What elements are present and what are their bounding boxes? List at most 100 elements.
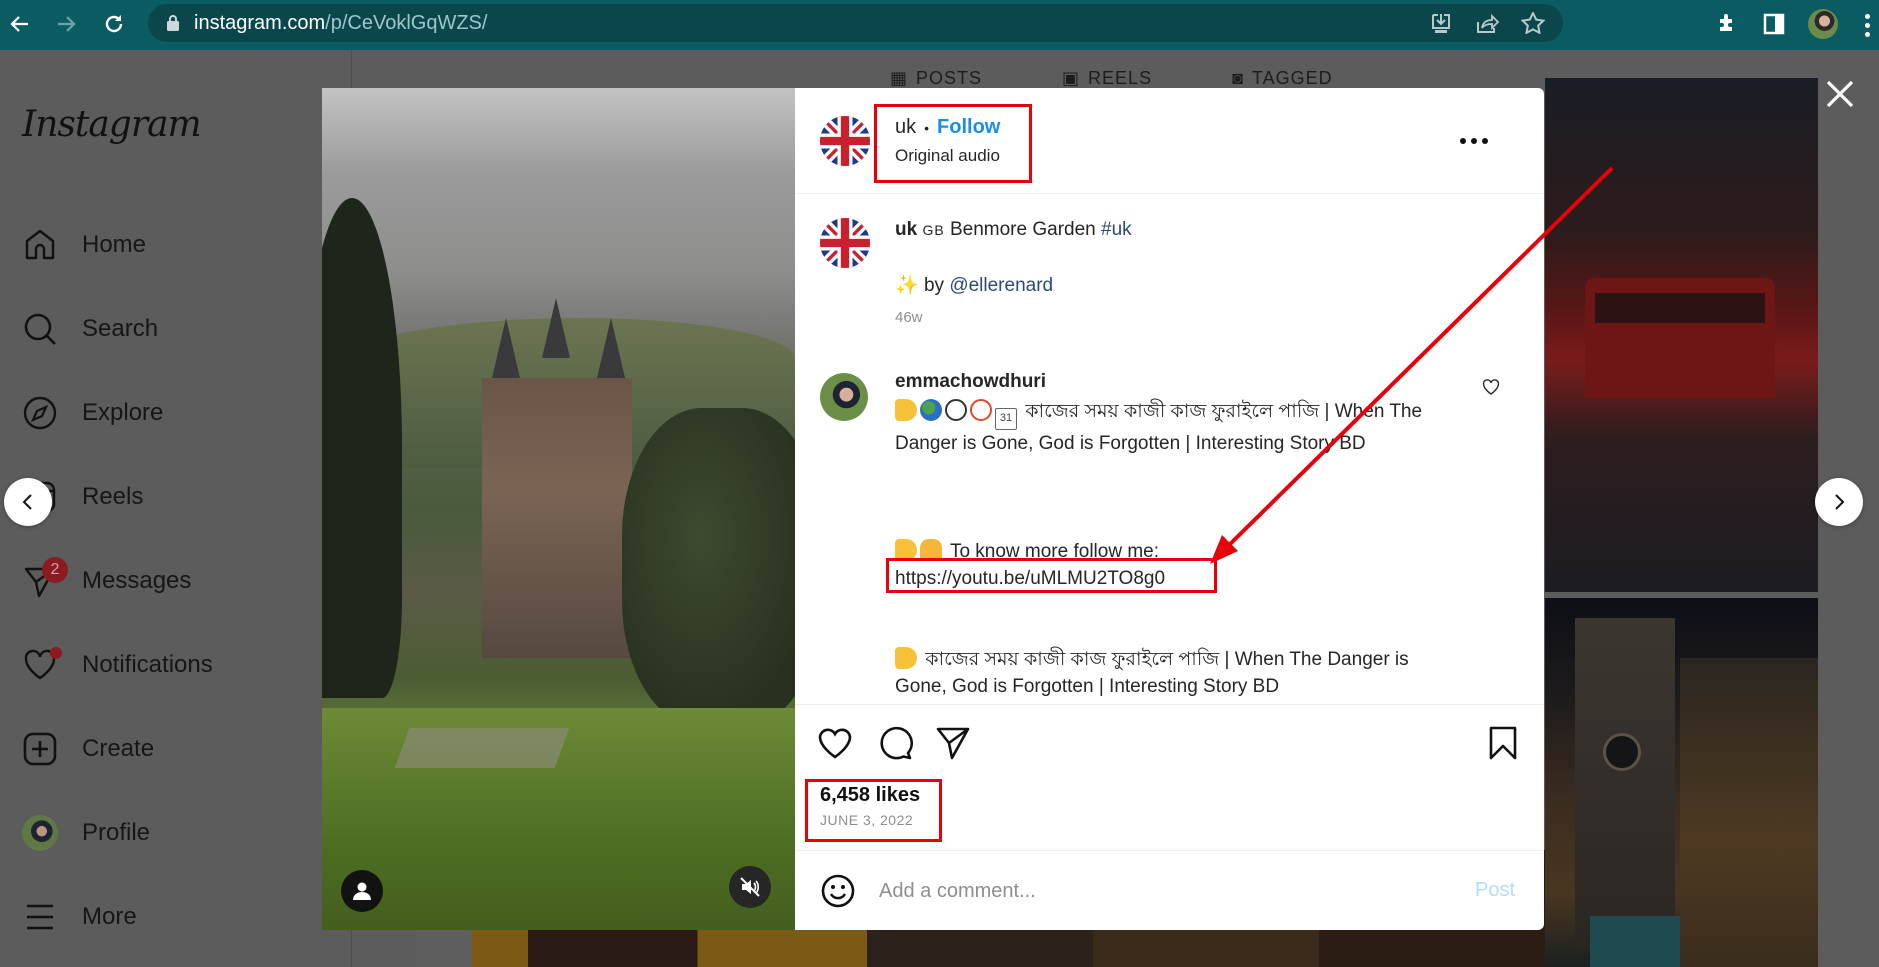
reload-icon xyxy=(105,15,123,33)
tab-tagged[interactable]: ◙ TAGGED xyxy=(1232,68,1333,89)
like-comment-heart-icon[interactable] xyxy=(1482,378,1500,396)
address-bar[interactable]: instagram.com/p/CeVoklGqWZS/ xyxy=(148,4,1563,42)
more-options-icon[interactable] xyxy=(1460,138,1488,144)
uk-flag-avatar[interactable] xyxy=(820,116,870,166)
share-paper-plane-icon[interactable] xyxy=(935,725,971,761)
side-panel-button[interactable] xyxy=(1760,10,1788,38)
comment-text: কাজের সময় কাজী কাজ ফুরাইলে পাজি | When … xyxy=(895,649,1409,697)
caption-username[interactable]: uk xyxy=(895,219,917,240)
reels-icon: ▣ xyxy=(1062,68,1081,88)
comment-line-1: 31 কাজের সময় কাজী কাজ ফুরাইলে পাজি | Wh… xyxy=(895,398,1465,457)
grid-thumbnail-bus[interactable] xyxy=(1545,78,1818,592)
pointing-hand-emoji xyxy=(895,399,917,421)
like-heart-icon[interactable] xyxy=(817,725,853,761)
grid-icon: ▦ xyxy=(890,68,909,88)
sidebar-item-messages[interactable]: 2 Messages xyxy=(22,557,192,601)
back-button[interactable] xyxy=(2,6,38,42)
avatar xyxy=(22,815,58,851)
sidebar-label: Search xyxy=(82,315,159,342)
hashtag-link[interactable]: #uk xyxy=(1101,219,1132,240)
notification-dot xyxy=(50,647,62,659)
tab-reels[interactable]: ▣ REELS xyxy=(1062,68,1152,89)
tab-label: POSTS xyxy=(916,68,983,88)
alarm-clock-emoji xyxy=(970,399,992,421)
compass-icon xyxy=(23,396,57,430)
sidebar-label: Explore xyxy=(82,399,164,426)
post-video[interactable] xyxy=(322,88,795,930)
sidebar-item-create[interactable]: Create xyxy=(22,729,154,769)
sidebar-label: Notifications xyxy=(82,651,213,678)
tag-icon: ◙ xyxy=(1232,68,1244,88)
browser-toolbar: instagram.com/p/CeVoklGqWZS/ xyxy=(0,0,1879,50)
sidebar-item-more[interactable]: More xyxy=(22,897,137,937)
uk-flag-icon xyxy=(820,116,870,166)
emoji-smiley-icon[interactable] xyxy=(820,873,856,909)
profile-avatar[interactable] xyxy=(1808,9,1838,39)
share-icon[interactable] xyxy=(1475,12,1499,34)
sidebar-item-notifications[interactable]: Notifications xyxy=(22,645,213,685)
sidebar-label: More xyxy=(82,903,137,930)
next-post-button[interactable] xyxy=(1815,478,1863,526)
url-host: instagram.com xyxy=(194,11,326,34)
sidebar-label: Home xyxy=(82,231,147,258)
hamburger-icon xyxy=(27,904,53,930)
extensions-icon xyxy=(1720,14,1732,31)
sidebar-item-home[interactable]: Home xyxy=(22,225,146,265)
previous-post-button[interactable] xyxy=(4,478,52,526)
sidebar-item-profile[interactable]: Profile xyxy=(22,813,150,853)
url-text[interactable]: instagram.com/p/CeVoklGqWZS/ xyxy=(194,12,487,35)
commenter-username[interactable]: emmachowdhuri xyxy=(895,371,1046,393)
comment-body: 31 কাজের সময় কাজী কাজ ফুরাইলে পাজি | Wh… xyxy=(895,398,1465,700)
caption-text: uk GB Benmore Garden #uk xyxy=(895,219,1132,241)
annotation-box-link xyxy=(886,558,1217,593)
reload-button[interactable] xyxy=(96,6,132,42)
tab-label: REELS xyxy=(1088,68,1153,88)
comment-line-3: কাজের সময় কাজী কাজ ফুরাইলে পাজি | When … xyxy=(895,646,1465,700)
tab-label: TAGGED xyxy=(1251,68,1333,88)
credit-mention-link[interactable]: @ellerenard xyxy=(949,275,1053,296)
sidebar-label: Profile xyxy=(82,819,151,846)
instagram-logo[interactable]: Instagram xyxy=(22,104,202,145)
mute-toggle-button[interactable] xyxy=(729,866,771,908)
extensions-button[interactable] xyxy=(1712,10,1740,38)
forward-icon xyxy=(58,16,76,32)
calendar-emoji: 31 xyxy=(995,408,1017,430)
close-icon[interactable] xyxy=(1822,76,1858,112)
grid-thumbnail-clock-tower[interactable] xyxy=(1545,598,1818,967)
back-icon xyxy=(10,16,28,32)
bookmark-star-icon[interactable] xyxy=(1521,12,1545,34)
post-actions xyxy=(795,704,1544,774)
tagged-users-button[interactable] xyxy=(341,870,383,912)
commenter-avatar[interactable] xyxy=(820,373,868,421)
gb-flag-emoji: GB xyxy=(922,222,945,238)
sidebar-label: Create xyxy=(82,735,155,762)
sidebar-item-search[interactable]: Search xyxy=(22,309,158,349)
muted-speaker-icon xyxy=(740,877,760,897)
post-comment-button[interactable]: Post xyxy=(1475,879,1515,902)
install-app-icon[interactable] xyxy=(1429,12,1453,34)
profile-tabs: ▦ POSTS ▣ REELS ◙ TAGGED xyxy=(890,68,1333,89)
comment-bubble-icon[interactable] xyxy=(877,725,913,761)
caption-timestamp[interactable]: 46w xyxy=(895,309,923,326)
url-path: /p/CeVoklGqWZS/ xyxy=(325,11,488,34)
save-bookmark-icon[interactable] xyxy=(1485,725,1521,761)
comments-section[interactable]: uk GB Benmore Garden #uk ✨ by @ellerenar… xyxy=(795,195,1544,703)
sidebar: Instagram Home Search Explore Reels 2 Me… xyxy=(0,50,352,967)
add-comment-bar: Post xyxy=(795,850,1544,930)
sidebar-label: Messages xyxy=(82,567,192,594)
side-panel-icon xyxy=(1763,13,1785,35)
search-icon xyxy=(24,313,56,345)
pointing-hand-emoji xyxy=(895,647,917,669)
globe-emoji xyxy=(920,399,942,421)
comment-input[interactable] xyxy=(879,873,1439,909)
menu-kebab-icon[interactable] xyxy=(1865,14,1871,37)
sidebar-item-explore[interactable]: Explore xyxy=(22,393,163,433)
annotation-box-likes xyxy=(805,779,942,842)
credit-prefix: by xyxy=(923,275,945,296)
messages-badge: 2 xyxy=(42,557,68,583)
plus-square-icon xyxy=(23,732,57,766)
uk-flag-icon xyxy=(820,218,870,268)
tab-posts[interactable]: ▦ POSTS xyxy=(890,68,982,89)
caption-avatar[interactable] xyxy=(820,218,870,268)
forward-button[interactable] xyxy=(48,6,84,42)
